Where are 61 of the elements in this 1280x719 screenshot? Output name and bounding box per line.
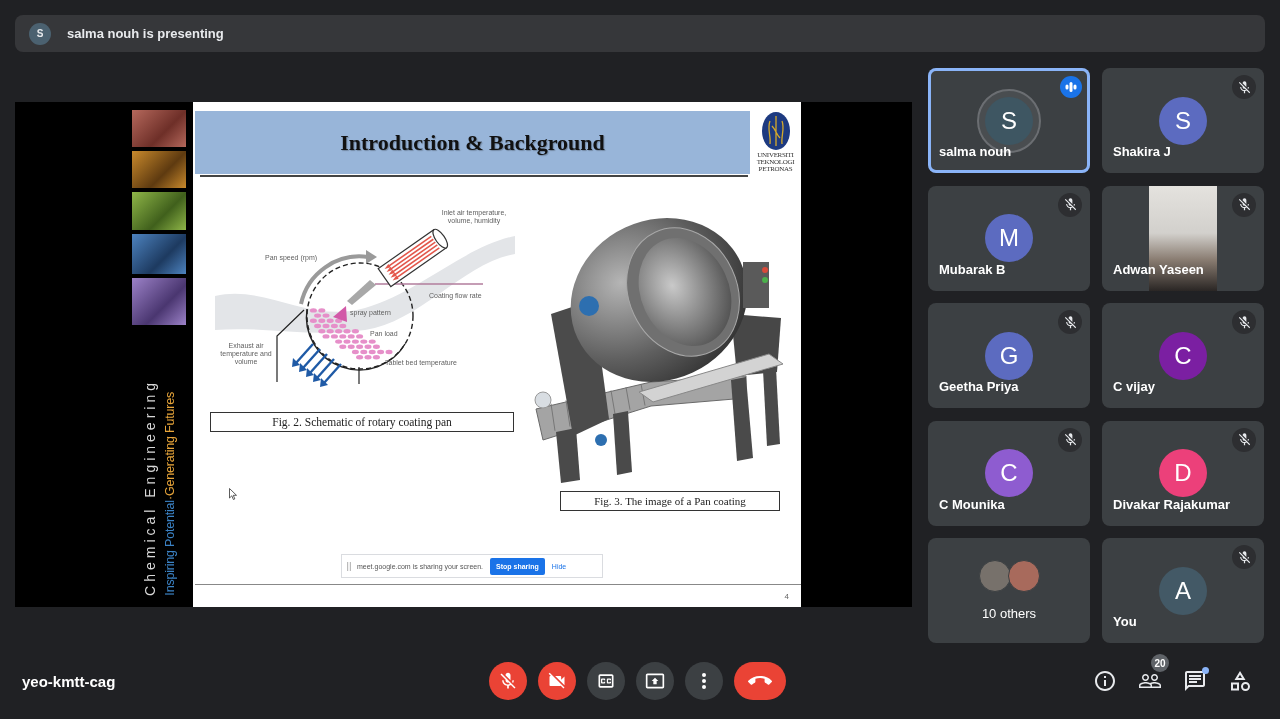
avatar: D [1159,449,1207,497]
participant-name: Geetha Priya [939,379,1019,394]
figure-caption: Fig. 2. Schematic of rotary coating pan [210,412,514,432]
presenter-avatar: S [29,22,51,45]
meeting-code: yeo-kmtt-cag [22,672,116,690]
info-icon [1093,669,1117,693]
drag-handle-icon [347,561,351,571]
end-call-button[interactable] [733,662,786,700]
tagline-text: Inspiring Potential [163,500,177,596]
spray-nozzle [347,280,376,305]
shapes-icon [1228,669,1252,693]
photo-placeholder [132,192,186,230]
exhaust-arrow [313,358,335,382]
captions-button[interactable] [586,662,625,700]
chat-button[interactable] [1183,669,1207,693]
crest-icon [761,112,790,150]
avatar: G [985,331,1033,380]
exhaust-arrow [292,343,314,367]
avatar: C [1159,331,1207,380]
spray-cone [333,306,347,322]
presenter-status: salma nouh is presenting [67,26,224,41]
others-count: 10 others [981,606,1037,621]
more-icon [701,673,706,689]
participant-name: Mubarak B [939,261,1006,277]
figure-caption: Fig. 3. The image of a Pan coating [560,491,780,511]
participant-name: Adwan Yaseen [1113,261,1204,277]
avatar: M [985,214,1033,262]
participant-name: salma nouh [939,144,1012,159]
present-button[interactable] [635,662,674,700]
chat-icon [1183,669,1207,693]
exhaust-arrow [299,348,321,372]
present-screen-icon [644,671,665,691]
camera-off-icon [546,671,567,691]
photo-placeholder [132,110,186,147]
participant-name: C vijay [1113,379,1155,394]
camera-button[interactable] [537,662,576,700]
slide-title: Introduction & Background [340,129,605,156]
participant-name: You [1113,614,1137,629]
tagline-text: ·Generating Futures [163,392,177,501]
photo-placeholder [132,278,186,325]
participant-count-badge: 20 [1151,654,1169,672]
exhaust-arrow [320,363,342,387]
photo-placeholder [132,234,186,274]
more-options-button[interactable] [684,662,723,700]
page-number: 4 [784,591,789,601]
participant-name: Shakira J [1113,144,1171,159]
sidebar-heading: Chemical Engineering [142,379,158,596]
info-button[interactable] [1093,669,1117,693]
photo-placeholder [1007,560,1040,592]
cursor-icon [229,488,237,500]
activities-button[interactable] [1228,669,1252,693]
avatar: S [1159,96,1207,145]
participant-name: Divakar Rajakumar [1113,496,1231,512]
avatar: A [1159,566,1207,615]
avatar: C [985,449,1033,497]
photo-placeholder [978,560,1011,592]
avatar: S [985,96,1033,145]
exhaust-arrow [306,353,328,377]
participant-name: C Mounika [939,496,1005,512]
microphone-button[interactable] [488,662,527,700]
photo-placeholder [132,151,186,188]
